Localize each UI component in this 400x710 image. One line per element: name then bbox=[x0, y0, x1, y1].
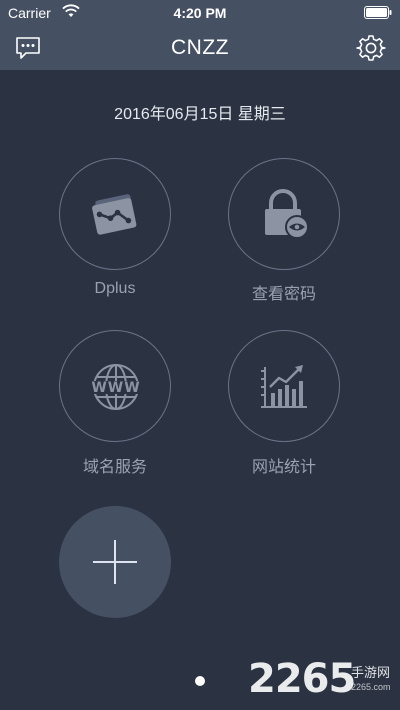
gear-icon bbox=[356, 35, 386, 61]
watermark-cn: 手游网 bbox=[351, 665, 391, 680]
date-label: 2016年06月15日 星期三 bbox=[114, 106, 286, 123]
tile-label-site-stats: 网站统计 bbox=[251, 459, 316, 476]
tile-site-stats[interactable] bbox=[228, 330, 340, 442]
page-indicator-dot[interactable] bbox=[195, 676, 205, 686]
settings-button[interactable] bbox=[356, 33, 386, 63]
navigation-bar: CNZZ bbox=[0, 26, 400, 70]
battery-icon bbox=[364, 6, 392, 22]
tile-view-password[interactable] bbox=[228, 158, 340, 270]
watermark-number: 2265 bbox=[248, 656, 356, 702]
plus-icon bbox=[93, 540, 137, 584]
tile-label-dplus: Dplus bbox=[94, 280, 136, 297]
status-bar: Carrier 4:20 PM bbox=[0, 0, 400, 26]
add-button[interactable] bbox=[59, 506, 171, 618]
status-time: 4:20 PM bbox=[173, 5, 227, 21]
tile-dplus[interactable] bbox=[59, 158, 171, 270]
watermark: 2265 手游网 2265.com bbox=[248, 656, 398, 706]
page-title: CNZZ bbox=[171, 36, 229, 59]
tile-label-domain-service: 域名服务 bbox=[82, 459, 147, 476]
bar-trend-icon bbox=[261, 365, 307, 408]
svg-text:WWW: WWW bbox=[91, 380, 140, 396]
tile-label-view-password: 查看密码 bbox=[251, 286, 316, 303]
www-globe-icon: WWW bbox=[90, 364, 142, 410]
lock-eye-icon bbox=[265, 189, 309, 239]
tile-domain-service[interactable]: WWW bbox=[59, 330, 171, 442]
watermark-url: 2265.com bbox=[351, 682, 391, 692]
dplus-chart-icon bbox=[92, 194, 137, 235]
